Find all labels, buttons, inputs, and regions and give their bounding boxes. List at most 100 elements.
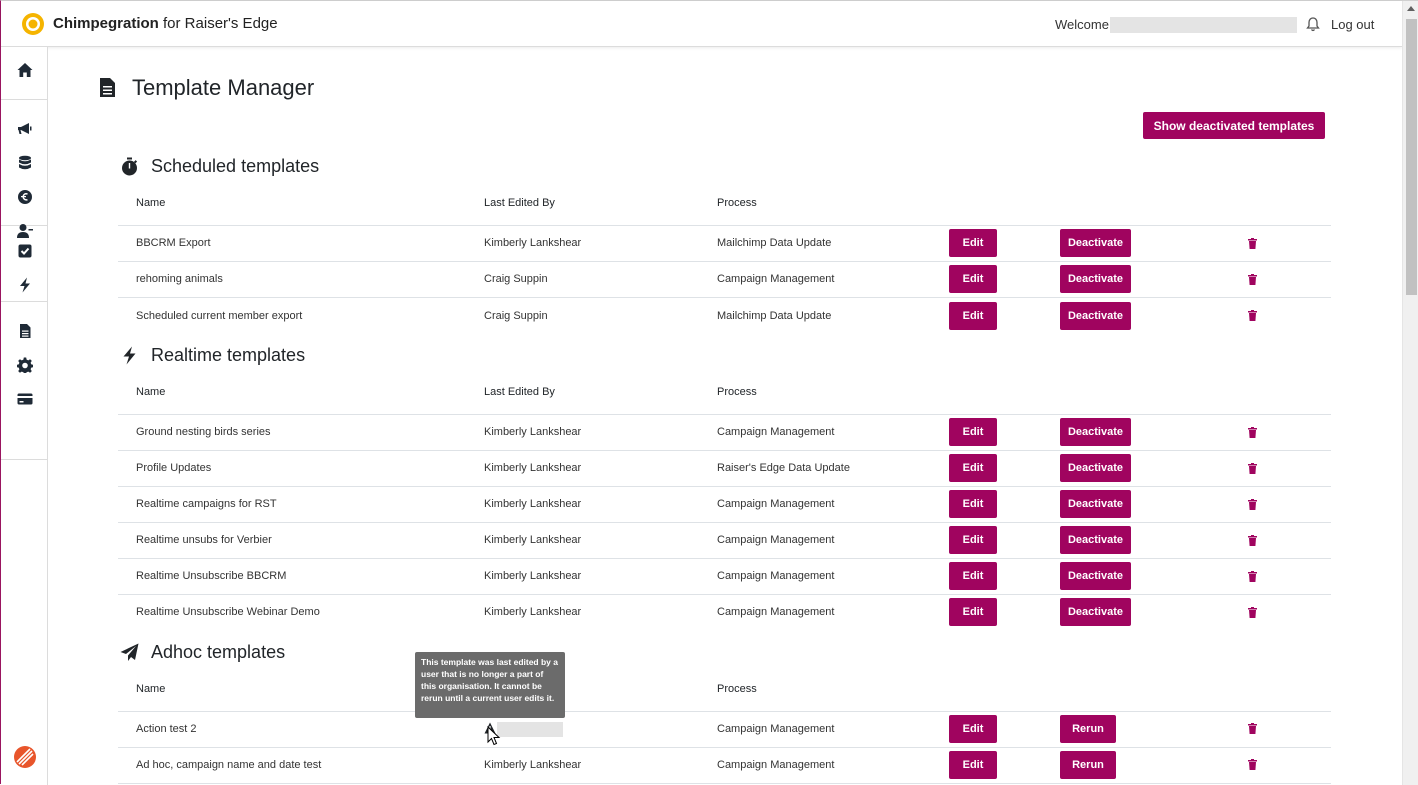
edit-button[interactable]: Edit: [949, 302, 997, 330]
deactivate-button[interactable]: Deactivate: [1060, 418, 1131, 446]
sidebar-item-templates[interactable]: [1, 314, 48, 348]
trash-icon[interactable]: [1248, 571, 1257, 582]
scroll-thumb[interactable]: [1406, 19, 1417, 295]
edit-button[interactable]: Edit: [949, 418, 997, 446]
sidebar-item-campaigns[interactable]: [1, 112, 48, 146]
trash-icon[interactable]: [1248, 499, 1257, 510]
column-header-process: Process: [717, 197, 757, 209]
table-row-process: Campaign Management: [717, 273, 835, 285]
column-header-process: Process: [717, 683, 757, 695]
bolt-icon: [19, 277, 30, 293]
sidebar: [1, 47, 48, 785]
table-row-name: Scheduled current member export: [136, 310, 303, 322]
sidebar-group-data: [1, 100, 48, 238]
table-row-editor: Craig Suppin: [484, 273, 548, 285]
bell-icon[interactable]: [1306, 17, 1320, 32]
bolt-icon: [123, 346, 136, 365]
trash-icon[interactable]: [1248, 535, 1257, 546]
paper-plane-icon: [120, 643, 139, 661]
table-row-editor: Kimberly Lankshear: [484, 498, 582, 510]
divider: [118, 297, 1331, 298]
sidebar-item-billing[interactable]: [1, 382, 48, 416]
divider: [118, 225, 1331, 226]
table-row-process: Mailchimp Data Update: [717, 310, 832, 322]
gear-icon: [16, 357, 33, 373]
table-row-editor: Craig Suppin: [484, 310, 548, 322]
show-deactivated-templates-button[interactable]: Show deactivated templates: [1143, 112, 1325, 139]
user-name-redacted: [1110, 17, 1297, 33]
rerun-button[interactable]: Rerun: [1060, 751, 1116, 779]
edit-button[interactable]: Edit: [949, 490, 997, 518]
welcome-text: Welcome,: [1055, 17, 1113, 32]
brand-name: Chimpegration: [53, 15, 159, 32]
table-row-process: Mailchimp Data Update: [717, 237, 832, 249]
edit-button[interactable]: Edit: [949, 715, 997, 743]
deactivate-button[interactable]: Deactivate: [1060, 526, 1131, 554]
megaphone-icon: [17, 123, 31, 134]
logout-link[interactable]: Log out: [1331, 17, 1374, 32]
edit-button[interactable]: Edit: [949, 598, 997, 626]
sidebar-item-tasks[interactable]: [1, 234, 48, 268]
divider: [118, 522, 1331, 523]
edit-button[interactable]: Edit: [949, 229, 997, 257]
trash-icon[interactable]: [1248, 238, 1257, 249]
deactivate-button[interactable]: Deactivate: [1060, 490, 1131, 518]
table-row-editor: Kimberly Lankshear: [484, 237, 582, 249]
edit-button[interactable]: Edit: [949, 562, 997, 590]
sidebar-item-database[interactable]: [1, 146, 48, 180]
sidebar-item-settings[interactable]: [1, 348, 48, 382]
brand-suffix: for Raiser's Edge: [158, 15, 278, 32]
table-row-name: Ad hoc, campaign name and date test: [136, 759, 322, 771]
rerun-button[interactable]: Rerun: [1060, 715, 1116, 743]
scroll-up-arrow-icon[interactable]: [1407, 6, 1415, 11]
table-row-name: BBCRM Export: [136, 237, 211, 249]
table-row-process: Campaign Management: [717, 759, 835, 771]
table-row-editor: Kimberly Lankshear: [484, 570, 582, 582]
table-row-name: Profile Updates: [136, 462, 212, 474]
euro-globe-icon: [17, 190, 32, 204]
trash-icon[interactable]: [1248, 427, 1257, 438]
edit-button[interactable]: Edit: [949, 265, 997, 293]
deactivate-button[interactable]: Deactivate: [1060, 454, 1131, 482]
table-row-process: Raiser's Edge Data Update: [717, 462, 850, 474]
trash-icon[interactable]: [1248, 607, 1257, 618]
realtime-section-title: Realtime templates: [151, 345, 306, 365]
table-row-process: Campaign Management: [717, 498, 835, 510]
sidebar-item-realtime[interactable]: [1, 268, 48, 302]
warning-tooltip: This template was last edited by a user …: [415, 652, 565, 718]
trash-icon[interactable]: [1248, 274, 1257, 285]
column-header-name: Name: [136, 386, 166, 398]
trash-icon[interactable]: [1248, 723, 1257, 734]
page-scrollbar[interactable]: [1402, 1, 1418, 785]
edit-button[interactable]: Edit: [949, 526, 997, 554]
column-header-last-edited-by: Last Edited By: [484, 197, 555, 209]
divider: [118, 594, 1331, 595]
brand-title[interactable]: Chimpegration for Raiser's Edge: [53, 15, 278, 32]
trash-icon[interactable]: [1248, 310, 1257, 321]
app-frame: Chimpegration for Raiser's Edge Welcome,…: [0, 0, 1418, 785]
user-minus-icon: [16, 224, 33, 238]
mouse-cursor-icon: [487, 726, 501, 746]
column-header-name: Name: [136, 683, 166, 695]
sidebar-item-currency[interactable]: [1, 180, 48, 214]
chimpegration-logo-icon[interactable]: [21, 12, 45, 36]
divider: [118, 558, 1331, 559]
deactivate-button[interactable]: Deactivate: [1060, 562, 1131, 590]
deactivate-button[interactable]: Deactivate: [1060, 265, 1131, 293]
deactivate-button[interactable]: Deactivate: [1060, 302, 1131, 330]
deactivate-button[interactable]: Deactivate: [1060, 229, 1131, 257]
edit-button[interactable]: Edit: [949, 454, 997, 482]
deactivate-button[interactable]: Deactivate: [1060, 598, 1131, 626]
table-row-name: Realtime unsubs for Verbier: [136, 534, 272, 546]
edit-button[interactable]: Edit: [949, 751, 997, 779]
stopwatch-icon: [122, 157, 138, 176]
table-row-name: Ground nesting birds series: [136, 426, 271, 438]
credit-card-icon: [17, 393, 32, 405]
trash-icon[interactable]: [1248, 759, 1257, 770]
sidebar-item-home[interactable]: [1, 53, 48, 87]
table-row-name: Realtime Unsubscribe BBCRM: [136, 570, 287, 582]
page-title: Template Manager: [132, 75, 315, 100]
trash-icon[interactable]: [1248, 463, 1257, 474]
column-header-name: Name: [136, 197, 166, 209]
adhoc-section-title: Adhoc templates: [151, 642, 286, 662]
